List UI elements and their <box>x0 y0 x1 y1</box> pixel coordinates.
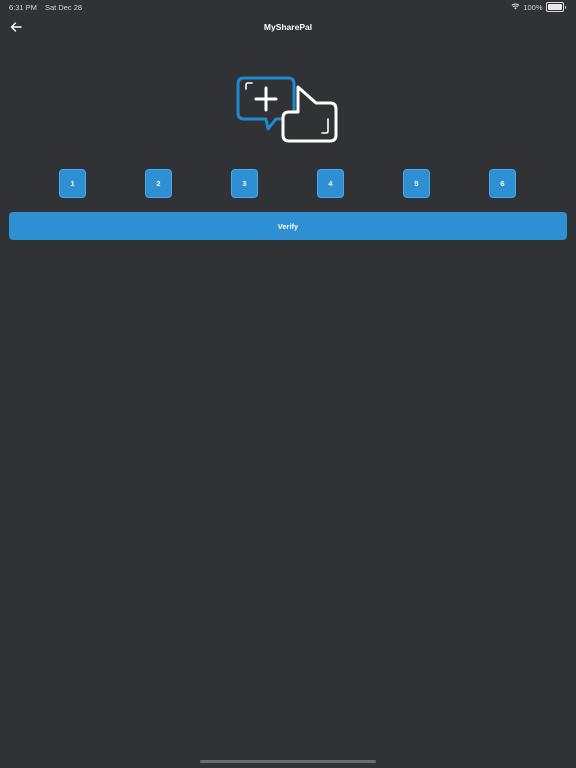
code-digit-5[interactable]: 5 <box>403 169 430 198</box>
status-time: 6:31 PM <box>9 3 37 12</box>
verification-code-digits: 1 2 3 4 5 6 <box>0 169 576 199</box>
battery-tip <box>564 5 566 9</box>
code-digit-3[interactable]: 3 <box>231 169 258 198</box>
battery-icon <box>545 2 564 12</box>
wifi-icon <box>511 3 520 12</box>
chat-plus-hand-logo <box>236 76 338 143</box>
code-digit-1[interactable]: 1 <box>59 169 86 198</box>
code-digit-4[interactable]: 4 <box>317 169 344 198</box>
verify-button[interactable]: Verify <box>9 212 567 240</box>
battery-percent: 100% <box>523 2 543 12</box>
page-title: MySharePal <box>263 22 313 32</box>
navigation-bar: MySharePal <box>0 14 576 42</box>
app-logo <box>236 75 340 145</box>
home-indicator[interactable] <box>200 760 376 763</box>
status-date: Sat Dec 28 <box>44 3 83 12</box>
code-digit-6[interactable]: 6 <box>489 169 516 198</box>
status-right: 100% <box>511 2 566 12</box>
status-bar: 6:31 PM Sat Dec 28 100% <box>0 0 576 14</box>
code-digit-2[interactable]: 2 <box>145 169 172 198</box>
status-left: 6:31 PM Sat Dec 28 <box>9 3 82 12</box>
